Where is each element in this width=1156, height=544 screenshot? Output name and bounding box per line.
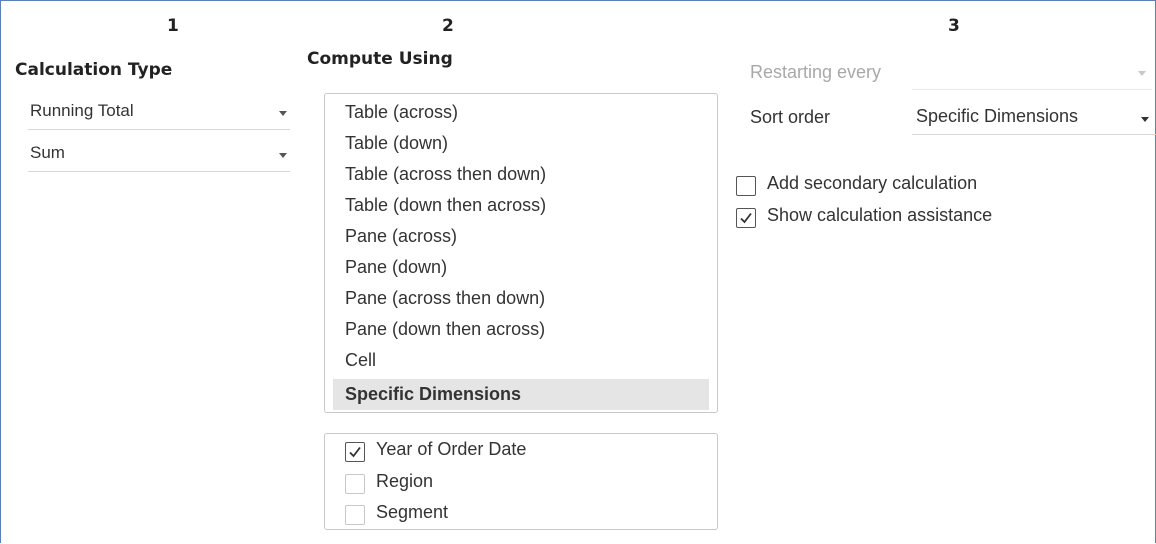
chevron-down-icon xyxy=(1138,71,1146,76)
checkbox-checked[interactable] xyxy=(345,442,365,462)
aggregation-dropdown[interactable]: Sum xyxy=(28,138,290,172)
compute-using-listbox[interactable]: Table (across) Table (down) Table (acros… xyxy=(324,93,718,413)
chevron-down-icon xyxy=(279,153,287,158)
sort-order-value: Specific Dimensions xyxy=(916,106,1079,126)
column-number-3: 3 xyxy=(948,16,960,36)
compute-option[interactable]: Pane (down then across) xyxy=(333,314,709,345)
calculation-assistance-checkbox[interactable] xyxy=(736,208,756,228)
compute-option[interactable]: Pane (across then down) xyxy=(333,283,709,314)
checkmark-icon xyxy=(740,212,752,224)
compute-using-title: Compute Using xyxy=(307,49,453,69)
compute-option[interactable]: Table (across then down) xyxy=(333,159,709,190)
compute-option-selected[interactable]: Specific Dimensions xyxy=(333,379,709,410)
compute-option[interactable]: Cell xyxy=(333,345,709,376)
aggregation-value: Sum xyxy=(30,143,65,162)
calculation-assistance-label: Show calculation assistance xyxy=(767,205,993,225)
secondary-calculation-label: Add secondary calculation xyxy=(767,173,978,193)
column-number-2: 2 xyxy=(442,16,454,36)
compute-option[interactable]: Pane (down) xyxy=(333,252,709,283)
dimension-label: Year of Order Date xyxy=(376,439,527,459)
restarting-every-label: Restarting every xyxy=(750,62,882,82)
compute-option[interactable]: Table (down) xyxy=(333,128,709,159)
chevron-down-icon xyxy=(279,111,287,116)
dimensions-checklist: Year of Order Date Region Segment xyxy=(324,433,718,530)
restarting-every-dropdown[interactable] xyxy=(912,56,1152,90)
column-number-1: 1 xyxy=(167,16,179,36)
checkmark-icon xyxy=(349,446,361,458)
checkbox-unchecked[interactable] xyxy=(345,505,365,525)
calculation-type-dropdown[interactable]: Running Total xyxy=(28,96,290,130)
calculation-type-title: Calculation Type xyxy=(15,60,173,80)
compute-option[interactable]: Table (across) xyxy=(333,97,709,128)
sort-order-label: Sort order xyxy=(750,107,831,127)
compute-option[interactable]: Table (down then across) xyxy=(333,190,709,221)
checkbox-unchecked[interactable] xyxy=(345,474,365,494)
dimension-label: Segment xyxy=(376,502,449,522)
chevron-down-icon[interactable] xyxy=(1141,117,1149,122)
sort-order-dropdown[interactable]: Specific Dimensions xyxy=(912,101,1156,135)
secondary-calculation-checkbox[interactable] xyxy=(736,176,756,196)
dimension-label: Region xyxy=(376,471,434,491)
compute-option[interactable]: Pane (across) xyxy=(333,221,709,252)
calculation-type-value: Running Total xyxy=(30,101,134,120)
